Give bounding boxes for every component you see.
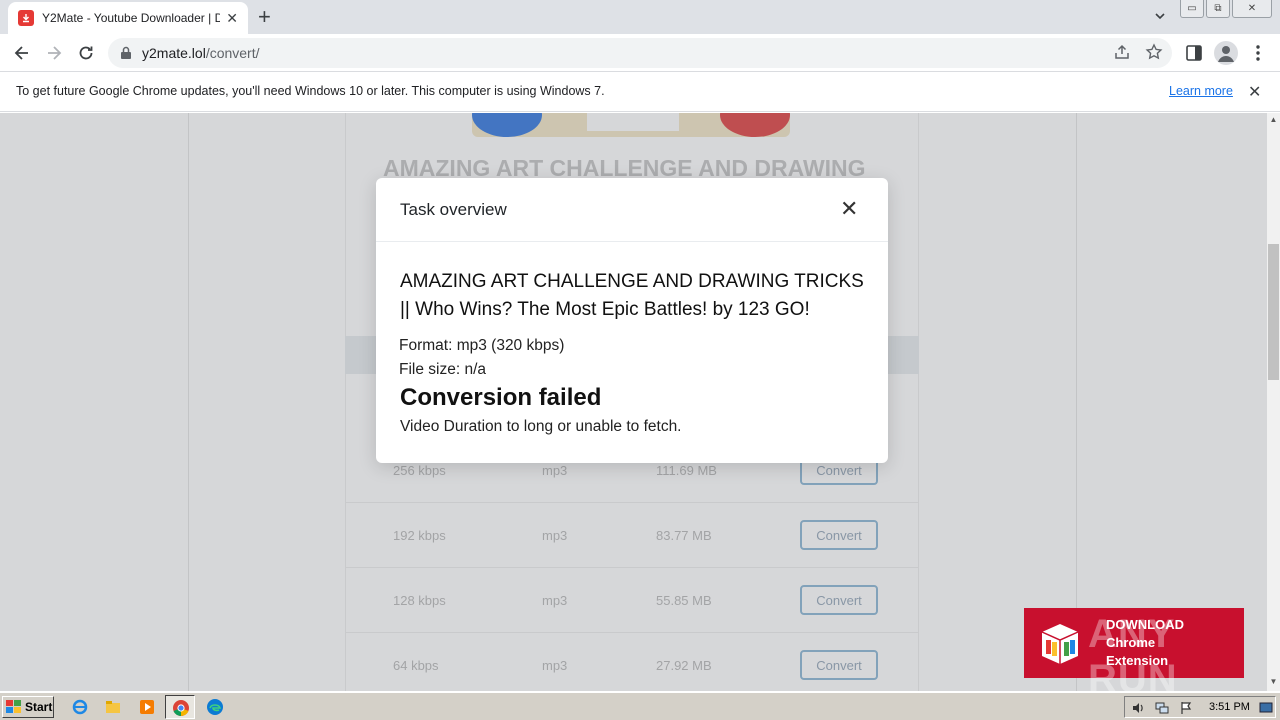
modal-status: Conversion failed — [400, 384, 602, 411]
file-explorer-icon[interactable] — [104, 698, 122, 716]
tab-close-icon[interactable]: ✕ — [226, 10, 238, 26]
chrome-icon — [173, 700, 189, 717]
lock-icon[interactable] — [120, 46, 132, 60]
badge-line-1: DOWNLOAD — [1106, 617, 1184, 632]
page-viewport: AMAZING ART CHALLENGE AND DRAWING 256 kb… — [0, 113, 1267, 691]
infobar-message: To get future Google Chrome updates, you… — [16, 84, 605, 98]
download-extension-badge[interactable]: ANY RUN DOWNLOAD Chrome Extension — [1024, 608, 1244, 701]
badge-line-3: Extension — [1106, 653, 1169, 668]
page-scrollbar[interactable] — [1267, 113, 1280, 691]
scroll-down-icon[interactable]: ▼ — [1267, 677, 1280, 689]
taskbar-clock[interactable]: 3:51 PM — [1209, 701, 1250, 713]
modal-format: Format: mp3 (320 kbps) — [399, 337, 565, 354]
modal-video-title: AMAZING ART CHALLENGE AND DRAWING TRICKS… — [400, 271, 864, 320]
edge-icon[interactable] — [206, 698, 224, 716]
browser-tab[interactable]: Y2Mate - Youtube Downloader | Dow ✕ — [8, 2, 248, 34]
menu-kebab-icon[interactable] — [1248, 43, 1268, 63]
side-panel-icon[interactable] — [1184, 43, 1204, 63]
action-center-flag-icon[interactable] — [1179, 701, 1193, 715]
url-text: y2mate.lol/convert/ — [142, 45, 260, 61]
task-overview-modal: Task overview ✕ AMAZING ART CHALLENGE AN… — [376, 178, 888, 463]
modal-file-size: File size: n/a — [399, 361, 487, 378]
badge-text: DOWNLOAD Chrome Extension — [1106, 616, 1184, 670]
modal-title: Task overview — [400, 200, 507, 219]
modal-header: Task overview ✕ — [376, 178, 888, 242]
share-icon[interactable] — [1113, 43, 1131, 61]
address-bar[interactable]: y2mate.lol/convert/ — [108, 38, 1172, 68]
start-button[interactable]: Start — [2, 696, 54, 718]
media-player-icon[interactable] — [138, 698, 156, 716]
window-controls: ▭ ⧉ ✕ — [1180, 0, 1272, 18]
profile-avatar-icon[interactable] — [1214, 41, 1238, 65]
tab-search-chevron-icon[interactable] — [1152, 8, 1168, 24]
infobar-close-icon[interactable]: ✕ — [1248, 82, 1261, 102]
learn-more-link[interactable]: Learn more — [1169, 84, 1233, 98]
start-label: Start — [25, 700, 53, 714]
scrollbar-thumb[interactable] — [1268, 244, 1279, 380]
extension-box-icon — [1041, 624, 1079, 664]
window-close-button[interactable]: ✕ — [1232, 0, 1272, 18]
modal-message: Video Duration to long or unable to fetc… — [400, 418, 682, 435]
volume-icon[interactable] — [1131, 701, 1145, 715]
system-tray: 3:51 PM — [1124, 696, 1276, 718]
modal-close-icon[interactable]: ✕ — [840, 197, 858, 221]
network-icon[interactable] — [1155, 701, 1169, 715]
tab-strip: Y2Mate - Youtube Downloader | Dow ✕ + ▭ … — [0, 0, 1280, 34]
scroll-up-icon[interactable]: ▲ — [1267, 115, 1280, 127]
back-icon[interactable] — [12, 43, 32, 63]
url-host: y2mate.lol — [142, 45, 206, 61]
badge-line-2: Chrome — [1106, 635, 1156, 650]
tab-title: Y2Mate - Youtube Downloader | Dow — [42, 11, 220, 25]
minimize-button[interactable]: ▭ — [1180, 0, 1204, 18]
windows-flag-icon — [6, 700, 21, 713]
forward-icon[interactable] — [44, 43, 64, 63]
y2mate-favicon-icon — [18, 10, 34, 26]
chrome-taskbar-button[interactable] — [165, 695, 195, 719]
restore-button[interactable]: ⧉ — [1206, 0, 1230, 18]
new-tab-button[interactable]: + — [258, 5, 271, 29]
windows-taskbar: Start 3:51 PM — [0, 692, 1280, 720]
bookmark-star-icon[interactable] — [1145, 43, 1163, 61]
url-path: /convert/ — [205, 45, 260, 61]
reload-icon[interactable] — [76, 43, 96, 63]
update-infobar: To get future Google Chrome updates, you… — [0, 72, 1280, 112]
internet-explorer-icon[interactable] — [71, 698, 89, 716]
browser-toolbar: y2mate.lol/convert/ — [0, 34, 1280, 72]
show-desktop-icon[interactable] — [1259, 701, 1273, 715]
